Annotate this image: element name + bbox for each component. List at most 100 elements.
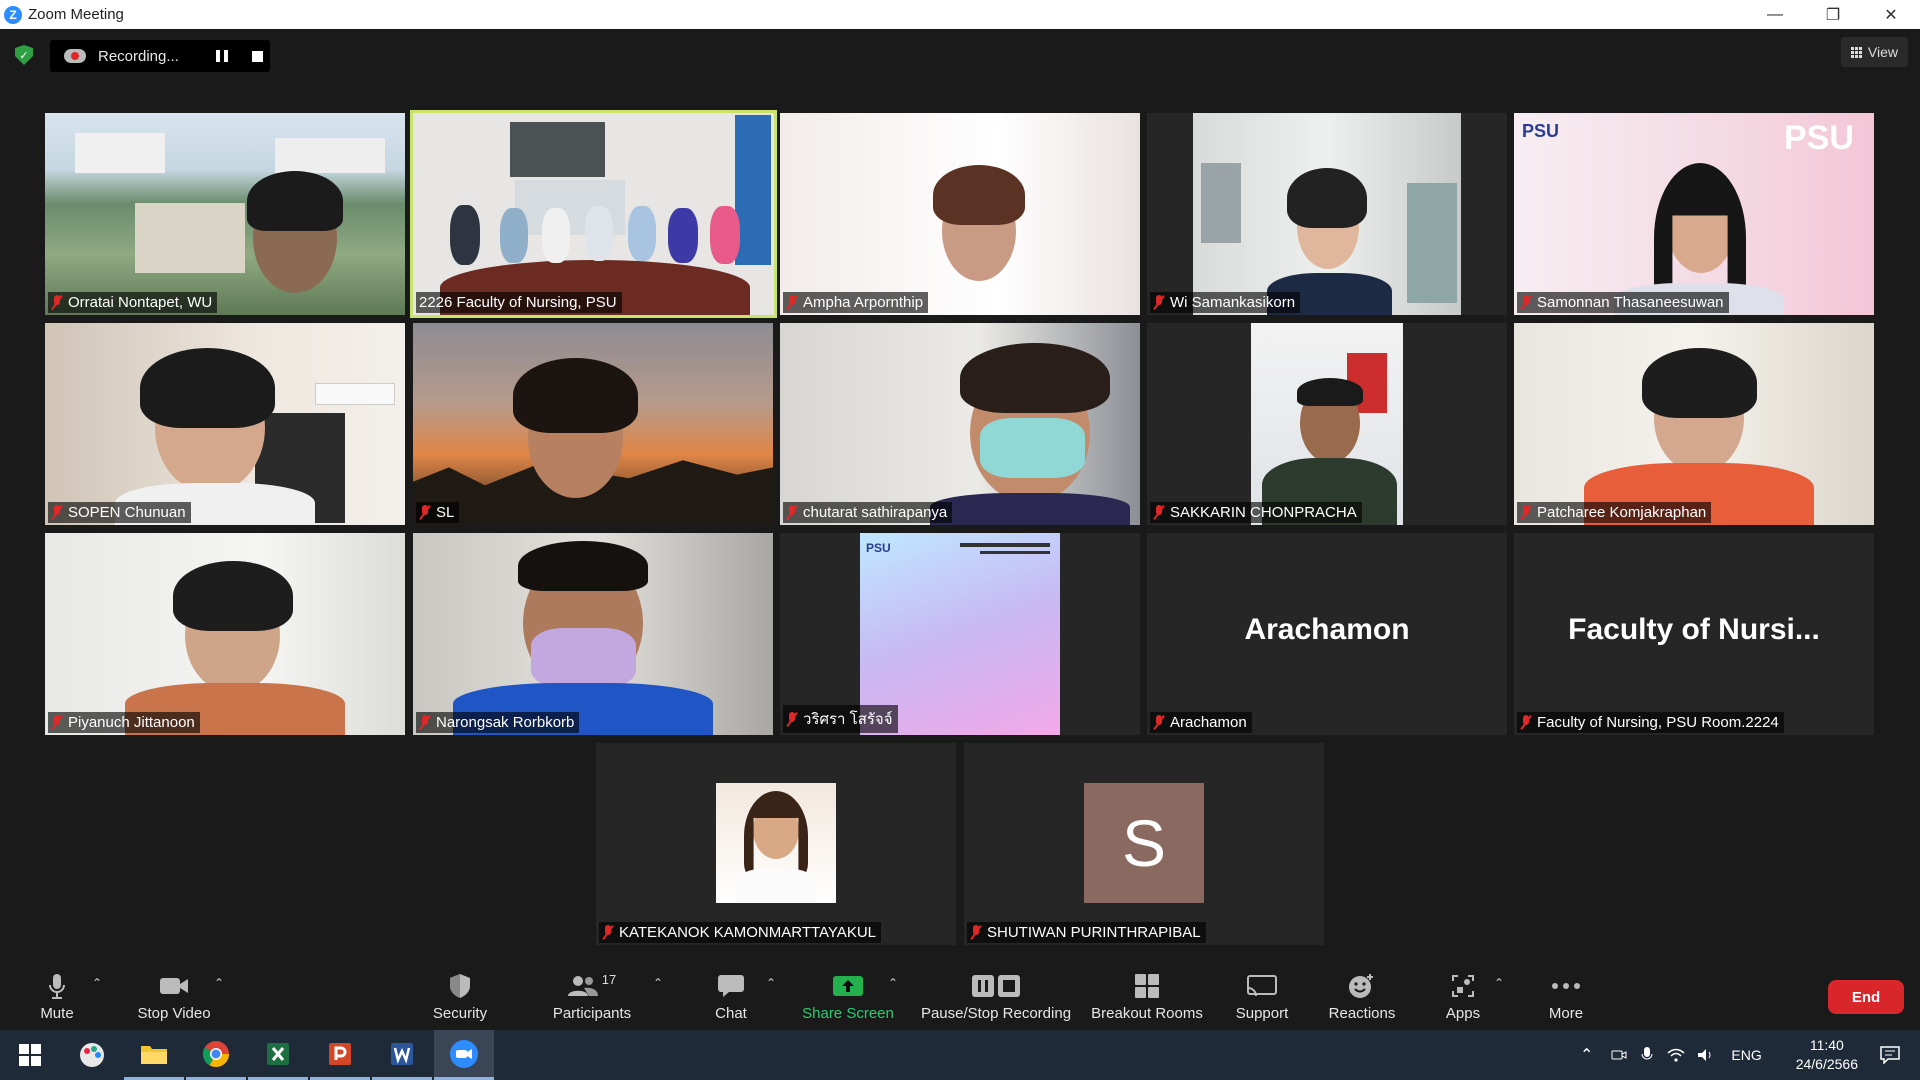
participant-name-label: Arachamon bbox=[1150, 712, 1252, 733]
participant-display-name: Arachamon bbox=[1244, 613, 1410, 646]
mic-muted-icon bbox=[1153, 715, 1165, 730]
apps-options-caret[interactable]: ⌃ bbox=[1494, 976, 1504, 990]
stop-video-button[interactable]: Stop Video bbox=[132, 960, 216, 1030]
participant-name-label: วริศรา โสรัจจ์ bbox=[783, 705, 898, 733]
smiley-reaction-icon bbox=[1348, 972, 1376, 1000]
apps-icon bbox=[1450, 972, 1476, 1000]
share-options-caret[interactable]: ⌃ bbox=[888, 976, 898, 990]
paint-app-icon[interactable] bbox=[62, 1030, 122, 1080]
stop-recording-button[interactable] bbox=[252, 51, 263, 62]
pause-stop-recording-button[interactable]: Pause/Stop Recording bbox=[918, 960, 1074, 1030]
mic-muted-icon bbox=[1520, 715, 1532, 730]
video-tile-active-speaker[interactable]: 2226 Faculty of Nursing, PSU bbox=[410, 110, 777, 318]
mic-muted-icon bbox=[1520, 505, 1532, 520]
video-tile[interactable]: Narongsak Rorbkorb bbox=[413, 533, 773, 735]
pause-stop-icon bbox=[971, 972, 1021, 1000]
clock-time: 11:40 bbox=[1809, 1037, 1844, 1053]
input-language-indicator[interactable]: ENG bbox=[1731, 1047, 1761, 1063]
security-button[interactable]: Security bbox=[424, 960, 496, 1030]
video-tile[interactable]: PSU วริศรา โสรัจจ์ bbox=[780, 533, 1140, 735]
support-button[interactable]: Support bbox=[1230, 960, 1294, 1030]
video-tile-camera-off[interactable]: Arachamon Arachamon bbox=[1147, 533, 1507, 735]
mic-muted-icon bbox=[786, 711, 798, 727]
microphone-tray-icon[interactable] bbox=[1641, 1046, 1653, 1064]
mic-muted-icon bbox=[786, 505, 798, 520]
video-tile[interactable]: SAKKARIN CHONPRACHA bbox=[1147, 323, 1507, 525]
more-button[interactable]: More bbox=[1540, 960, 1592, 1030]
word-app-icon[interactable] bbox=[372, 1030, 432, 1080]
mic-muted-icon bbox=[602, 925, 614, 940]
share-screen-button[interactable]: Share Screen bbox=[802, 960, 894, 1030]
video-tile[interactable]: Wi Samankasikorn bbox=[1147, 113, 1507, 315]
file-explorer-icon[interactable] bbox=[124, 1030, 184, 1080]
video-tile[interactable]: Orratai Nontapet, WU bbox=[45, 113, 405, 315]
participant-name-label: Wi Samankasikorn bbox=[1150, 292, 1301, 313]
mic-muted-icon bbox=[1520, 295, 1532, 310]
windows-taskbar: ⌃ ENG 11:40 24/6/2566 bbox=[0, 1030, 1920, 1080]
volume-icon[interactable] bbox=[1697, 1047, 1715, 1063]
breakout-rooms-button[interactable]: Breakout Rooms bbox=[1090, 960, 1204, 1030]
restore-button[interactable]: ❐ bbox=[1804, 0, 1862, 29]
powerpoint-app-icon[interactable] bbox=[310, 1030, 370, 1080]
participant-name-label: Samonnan Thasaneesuwan bbox=[1517, 292, 1729, 313]
view-label: View bbox=[1867, 44, 1898, 60]
grid-icon bbox=[1850, 46, 1862, 58]
mute-button[interactable]: Mute bbox=[24, 960, 90, 1030]
chat-button[interactable]: Chat bbox=[706, 960, 756, 1030]
breakout-rooms-icon bbox=[1134, 972, 1160, 1000]
mic-muted-icon bbox=[786, 295, 798, 310]
recording-indicator: Recording... bbox=[50, 40, 270, 72]
psu-logo: PSU bbox=[866, 541, 891, 555]
psu-logo: PSU bbox=[1522, 121, 1560, 141]
encryption-shield-icon[interactable]: ✓ bbox=[15, 45, 33, 65]
video-tile[interactable]: KATEKANOK KAMONMARTTAYAKUL bbox=[596, 743, 956, 945]
meeting-top-bar: ✓ Recording... View bbox=[0, 29, 1920, 83]
notifications-icon[interactable] bbox=[1860, 1030, 1920, 1080]
mic-muted-icon bbox=[1153, 295, 1165, 310]
show-hidden-icons-chevron-icon[interactable]: ⌃ bbox=[1580, 1045, 1593, 1065]
excel-app-icon[interactable] bbox=[248, 1030, 308, 1080]
chat-bubble-icon bbox=[717, 972, 745, 1000]
chrome-browser-icon[interactable] bbox=[186, 1030, 246, 1080]
reactions-button[interactable]: Reactions bbox=[1324, 960, 1400, 1030]
window-titlebar: Z Zoom Meeting — ❐ ✕ bbox=[0, 0, 1920, 29]
face-mask bbox=[531, 628, 636, 688]
camera-tray-icon[interactable] bbox=[1611, 1047, 1627, 1063]
support-screen-icon bbox=[1246, 972, 1278, 1000]
mic-muted-icon bbox=[51, 715, 63, 730]
wifi-icon[interactable] bbox=[1667, 1047, 1685, 1063]
video-tile[interactable]: Patcharee Komjakraphan bbox=[1514, 323, 1874, 525]
windows-start-button[interactable] bbox=[0, 1030, 60, 1080]
clock-date: 24/6/2566 bbox=[1795, 1056, 1858, 1072]
video-tile-camera-off[interactable]: Faculty of Nursi... Faculty of Nursing, … bbox=[1514, 533, 1874, 735]
chat-options-caret[interactable]: ⌃ bbox=[766, 976, 776, 990]
video-tile[interactable]: Ampha Arpornthip bbox=[780, 113, 1140, 315]
video-options-caret[interactable]: ⌃ bbox=[214, 976, 224, 990]
audio-options-caret[interactable]: ⌃ bbox=[92, 976, 102, 990]
video-tile[interactable]: Piyanuch Jittanoon bbox=[45, 533, 405, 735]
minimize-button[interactable]: — bbox=[1746, 0, 1804, 29]
participant-name-label: chutarat sathirapanya bbox=[783, 502, 953, 523]
participants-button[interactable]: 17 Participants bbox=[548, 960, 636, 1030]
participant-name-label: SOPEN Chunuan bbox=[48, 502, 191, 523]
taskbar-clock[interactable]: 11:40 24/6/2566 bbox=[1796, 1036, 1858, 1074]
participant-name-label: Patcharee Komjakraphan bbox=[1517, 502, 1712, 523]
participants-options-caret[interactable]: ⌃ bbox=[653, 976, 663, 990]
video-tile[interactable]: S SHUTIWAN PURINTHRAPIBAL bbox=[964, 743, 1324, 945]
video-tile[interactable]: SL bbox=[413, 323, 773, 525]
close-window-button[interactable]: ✕ bbox=[1862, 0, 1920, 29]
end-meeting-button[interactable]: End bbox=[1828, 980, 1904, 1014]
pause-recording-button[interactable] bbox=[216, 50, 228, 62]
more-dots-icon bbox=[1551, 972, 1581, 1000]
video-tile[interactable]: chutarat sathirapanya bbox=[780, 323, 1140, 525]
security-shield-icon bbox=[448, 972, 472, 1000]
video-tile[interactable]: SOPEN Chunuan bbox=[45, 323, 405, 525]
view-button[interactable]: View bbox=[1840, 37, 1908, 67]
psu-watermark: PSU bbox=[1784, 119, 1854, 157]
window-controls: — ❐ ✕ bbox=[1746, 0, 1920, 29]
video-tile[interactable]: PSU PSU Samonnan Thasaneesuwan bbox=[1514, 113, 1874, 315]
participant-name-label: SAKKARIN CHONPRACHA bbox=[1150, 502, 1362, 523]
zoom-app-icon[interactable] bbox=[434, 1030, 494, 1080]
microphone-icon bbox=[47, 972, 67, 1000]
apps-button[interactable]: Apps bbox=[1438, 960, 1488, 1030]
